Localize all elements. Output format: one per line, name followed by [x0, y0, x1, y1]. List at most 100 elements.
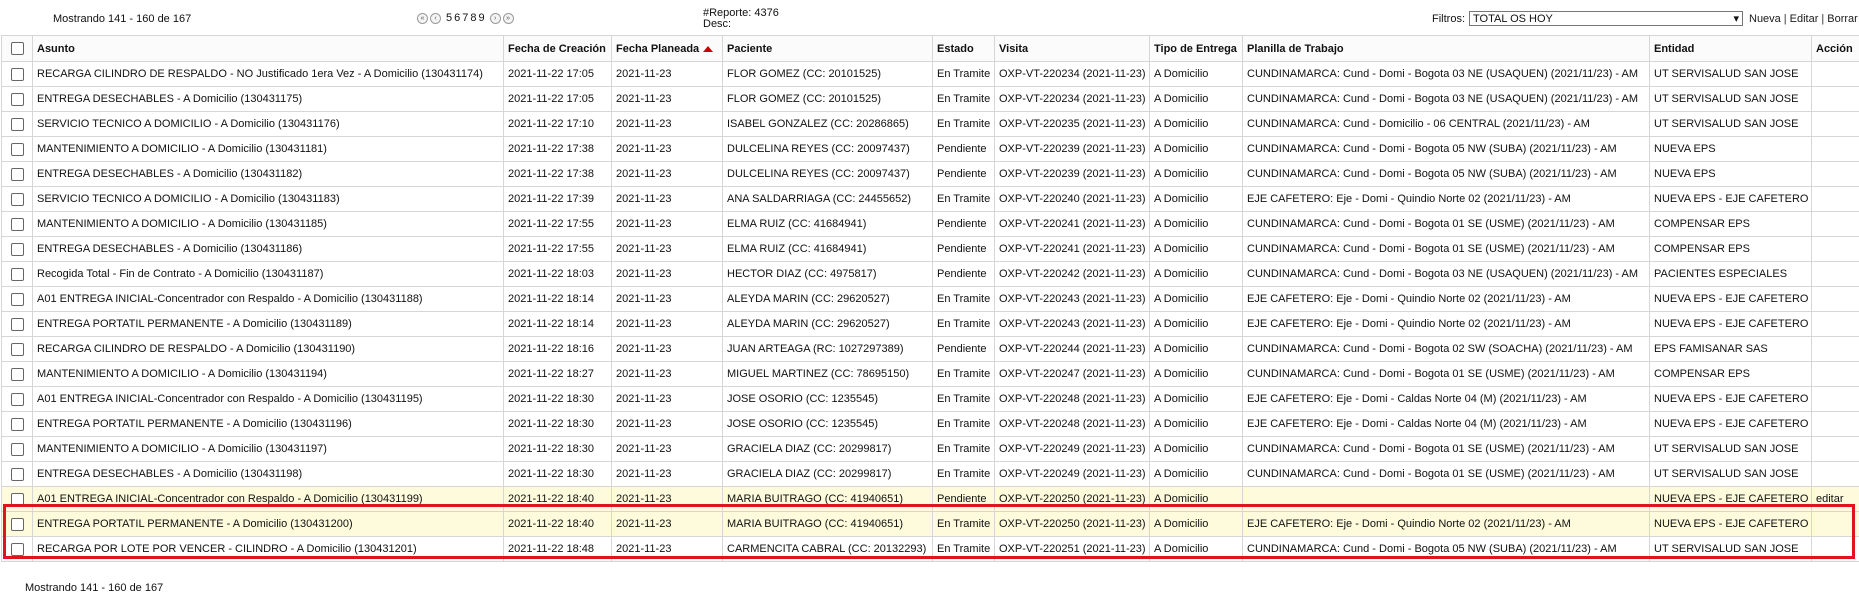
table-row[interactable]: A01 ENTREGA INICIAL-Concentrador con Res…: [2, 287, 1859, 312]
cell-fecha-planeada: 2021-11-23: [612, 237, 723, 262]
cell-estado: En Tramite: [933, 387, 995, 412]
column-header[interactable]: Estado: [933, 36, 995, 62]
cell-asunto: MANTENIMIENTO A DOMICILIO - A Domicilio …: [33, 362, 504, 387]
cell-tipo-entrega: A Domicilio: [1150, 312, 1243, 337]
cell-visita: OXP-VT-220234 (2021-11-23): [995, 87, 1150, 112]
cell-estado: En Tramite: [933, 437, 995, 462]
page-link[interactable]: 7: [462, 12, 468, 24]
cell-fecha-planeada: 2021-11-23: [612, 437, 723, 462]
table-row[interactable]: ENTREGA PORTATIL PERMANENTE - A Domicili…: [2, 412, 1859, 437]
table-row[interactable]: MANTENIMIENTO A DOMICILIO - A Domicilio …: [2, 137, 1859, 162]
row-checkbox[interactable]: [2, 112, 33, 137]
cell-fecha-planeada: 2021-11-23: [612, 312, 723, 337]
row-checkbox[interactable]: [2, 437, 33, 462]
cell-asunto: RECARGA POR LOTE POR VENCER - CILINDRO -…: [33, 537, 504, 562]
table-row[interactable]: RECARGA CILINDRO DE RESPALDO - A Domicil…: [2, 337, 1859, 362]
table-row[interactable]: SERVICIO TECNICO A DOMICILIO - A Domicil…: [2, 112, 1859, 137]
page-link[interactable]: 5: [446, 12, 452, 24]
column-header[interactable]: Paciente: [723, 36, 933, 62]
row-checkbox[interactable]: [2, 362, 33, 387]
table-row[interactable]: ENTREGA DESECHABLES - A Domicilio (13043…: [2, 87, 1859, 112]
table-row[interactable]: MANTENIMIENTO A DOMICILIO - A Domicilio …: [2, 212, 1859, 237]
row-checkbox[interactable]: [2, 387, 33, 412]
page-link[interactable]: 6: [454, 12, 460, 24]
page-link-current[interactable]: 9: [479, 12, 485, 24]
row-checkbox[interactable]: [2, 412, 33, 437]
cell-entidad: PACIENTES ESPECIALES: [1650, 262, 1812, 287]
table-row[interactable]: SERVICIO TECNICO A DOMICILIO - A Domicil…: [2, 187, 1859, 212]
cell-asunto: A01 ENTREGA INICIAL-Concentrador con Res…: [33, 487, 504, 512]
cell-estado: En Tramite: [933, 87, 995, 112]
cell-tipo-entrega: A Domicilio: [1150, 112, 1243, 137]
cell-fecha-planeada: 2021-11-23: [612, 362, 723, 387]
cell-fecha-creacion: 2021-11-22 17:05: [504, 62, 612, 87]
cell-paciente: JUAN ARTEAGA (RC: 1027297389): [723, 337, 933, 362]
column-header[interactable]: Fecha de Creación: [504, 36, 612, 62]
row-checkbox[interactable]: [2, 337, 33, 362]
row-checkbox[interactable]: [2, 512, 33, 537]
cell-planilla: CUNDINAMARCA: Cund - Domi - Bogota 01 SE…: [1243, 212, 1650, 237]
row-checkbox[interactable]: [2, 462, 33, 487]
column-header[interactable]: Planilla de Trabajo: [1243, 36, 1650, 62]
next-icon[interactable]: ›: [490, 13, 501, 24]
table-row[interactable]: ENTREGA PORTATIL PERMANENTE - A Domicili…: [2, 512, 1859, 537]
row-checkbox[interactable]: [2, 237, 33, 262]
page-link[interactable]: 8: [470, 12, 476, 24]
editar-link[interactable]: editar: [1812, 487, 1859, 512]
cell-visita: OXP-VT-220234 (2021-11-23): [995, 62, 1150, 87]
filter-select[interactable]: TOTAL OS HOY ▾: [1469, 11, 1743, 26]
column-header[interactable]: Tipo de Entrega: [1150, 36, 1243, 62]
row-checkbox[interactable]: [2, 312, 33, 337]
cell-planilla: CUNDINAMARCA: Cund - Domi - Bogota 03 NE…: [1243, 87, 1650, 112]
row-checkbox[interactable]: [2, 162, 33, 187]
cell-asunto: MANTENIMIENTO A DOMICILIO - A Domicilio …: [33, 137, 504, 162]
row-checkbox[interactable]: [2, 137, 33, 162]
prev-icon[interactable]: ‹: [430, 13, 441, 24]
row-checkbox[interactable]: [2, 537, 33, 562]
cell-tipo-entrega: A Domicilio: [1150, 287, 1243, 312]
cell-tipo-entrega: A Domicilio: [1150, 337, 1243, 362]
table-row[interactable]: A01 ENTREGA INICIAL-Concentrador con Res…: [2, 487, 1859, 512]
cell-tipo-entrega: A Domicilio: [1150, 212, 1243, 237]
cell-entidad: COMPENSAR EPS: [1650, 237, 1812, 262]
page-links: 5 6 7 8 9: [446, 12, 485, 24]
row-checkbox[interactable]: [2, 487, 33, 512]
table-row[interactable]: ENTREGA DESECHABLES - A Domicilio (13043…: [2, 462, 1859, 487]
column-header-sorted[interactable]: Fecha Planeada: [612, 36, 723, 62]
cell-fecha-planeada: 2021-11-23: [612, 62, 723, 87]
cell-estado: Pendiente: [933, 337, 995, 362]
cell-fecha-planeada: 2021-11-23: [612, 162, 723, 187]
cell-accion: [1812, 412, 1859, 437]
cell-estado: En Tramite: [933, 62, 995, 87]
table-row[interactable]: RECARGA POR LOTE POR VENCER - CILINDRO -…: [2, 537, 1859, 562]
table-row[interactable]: MANTENIMIENTO A DOMICILIO - A Domicilio …: [2, 362, 1859, 387]
column-header[interactable]: Visita: [995, 36, 1150, 62]
table-row[interactable]: A01 ENTREGA INICIAL-Concentrador con Res…: [2, 387, 1859, 412]
row-checkbox[interactable]: [2, 212, 33, 237]
column-header: Acción: [1812, 36, 1859, 62]
cell-planilla: EJE CAFETERO: Eje - Domi - Caldas Norte …: [1243, 387, 1650, 412]
table-row[interactable]: ENTREGA DESECHABLES - A Domicilio (13043…: [2, 237, 1859, 262]
select-all-checkbox[interactable]: [2, 36, 33, 62]
table-row[interactable]: MANTENIMIENTO A DOMICILIO - A Domicilio …: [2, 437, 1859, 462]
table-row[interactable]: ENTREGA PORTATIL PERMANENTE - A Domicili…: [2, 312, 1859, 337]
cell-paciente: ALEYDA MARIN (CC: 29620527): [723, 312, 933, 337]
row-checkbox[interactable]: [2, 287, 33, 312]
row-checkbox[interactable]: [2, 262, 33, 287]
column-header[interactable]: Asunto: [33, 36, 504, 62]
table-row[interactable]: RECARGA CILINDRO DE RESPALDO - NO Justif…: [2, 62, 1859, 87]
cell-accion: [1812, 112, 1859, 137]
column-header[interactable]: Entidad: [1650, 36, 1812, 62]
row-checkbox[interactable]: [2, 187, 33, 212]
cell-paciente: GRACIELA DIAZ (CC: 20299817): [723, 462, 933, 487]
cell-fecha-creacion: 2021-11-22 18:16: [504, 337, 612, 362]
row-checkbox[interactable]: [2, 87, 33, 112]
table-row[interactable]: ENTREGA DESECHABLES - A Domicilio (13043…: [2, 162, 1859, 187]
table-row[interactable]: Recogida Total - Fin de Contrato - A Dom…: [2, 262, 1859, 287]
borrar-link[interactable]: Borrar: [1827, 13, 1858, 25]
first-icon[interactable]: «: [417, 13, 428, 24]
nueva-link[interactable]: Nueva: [1749, 13, 1781, 25]
last-icon[interactable]: »: [503, 13, 514, 24]
editar-link[interactable]: Editar: [1790, 13, 1819, 25]
row-checkbox[interactable]: [2, 62, 33, 87]
